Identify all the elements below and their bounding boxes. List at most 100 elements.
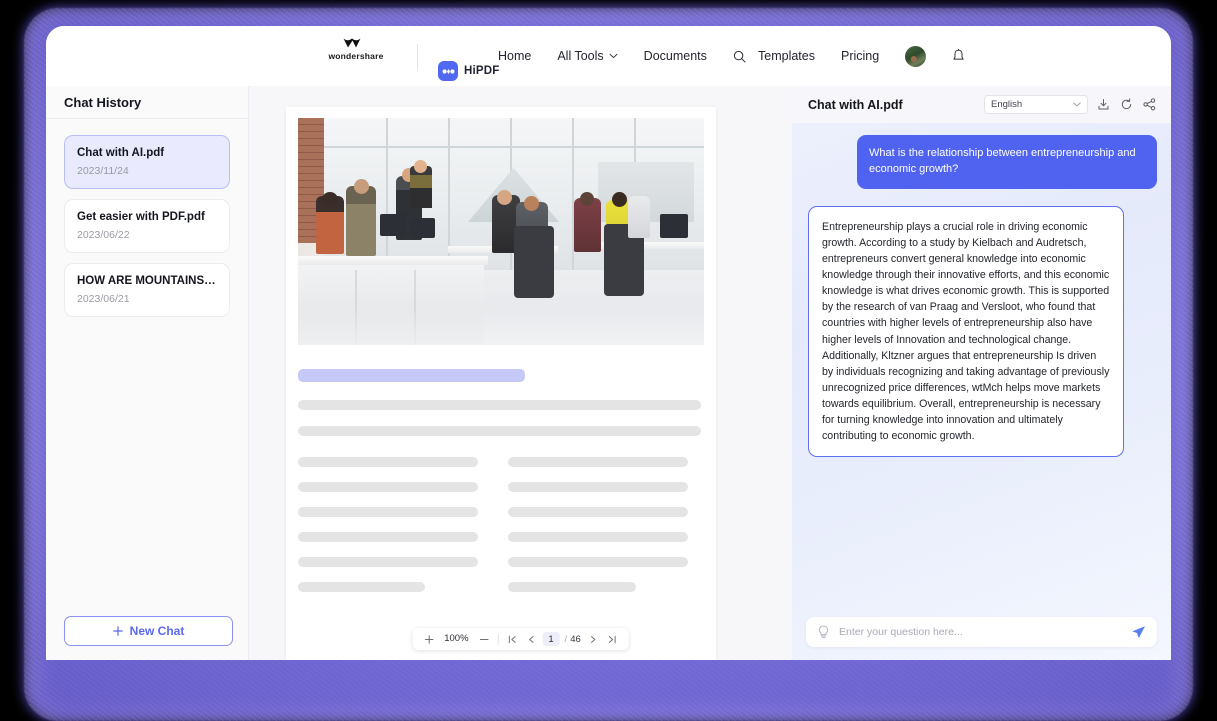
pdf-viewer[interactable]: 100% 1 / 46 bbox=[249, 86, 792, 660]
chevron-down-icon bbox=[1073, 102, 1081, 107]
page-separator: / bbox=[564, 633, 568, 645]
total-pages-label: 46 bbox=[570, 633, 581, 645]
first-page-icon bbox=[508, 635, 516, 643]
prev-page-button[interactable] bbox=[522, 635, 541, 644]
doc-skeleton-line bbox=[508, 582, 636, 592]
nav-link-home-label: Home bbox=[498, 49, 532, 63]
nav-link-pricing-label: Pricing bbox=[840, 49, 880, 63]
zoom-out-button[interactable] bbox=[475, 635, 494, 644]
chat-input[interactable] bbox=[839, 626, 1122, 638]
pdf-toolbar: 100% 1 / 46 bbox=[412, 628, 629, 650]
next-page-icon bbox=[591, 635, 596, 643]
zoom-level-label: 100% bbox=[444, 633, 469, 645]
lightbulb-icon[interactable] bbox=[817, 625, 830, 639]
first-page-button[interactable] bbox=[503, 635, 522, 644]
wondershare-mark bbox=[343, 38, 361, 48]
chat-header: Chat with AI.pdf English bbox=[792, 86, 1171, 123]
toolbar-divider bbox=[497, 633, 499, 645]
doc-skeleton-line bbox=[298, 426, 701, 436]
nav-link-all-tools[interactable]: All Tools bbox=[557, 49, 618, 63]
chat-history-list: Chat with AI.pdf 2023/11/24 Get easier w… bbox=[46, 119, 248, 317]
doc-skeleton-line bbox=[298, 507, 478, 517]
search-button[interactable] bbox=[733, 50, 746, 63]
doc-skeleton-line bbox=[298, 557, 478, 567]
doc-skeleton-line bbox=[298, 400, 701, 410]
pdf-page bbox=[286, 107, 716, 660]
doc-skeleton-line bbox=[508, 482, 688, 492]
chat-composer bbox=[806, 617, 1157, 647]
chevron-down-icon bbox=[609, 53, 618, 59]
refresh-icon bbox=[1121, 98, 1132, 110]
message-assistant: Entrepreneurship plays a crucial role in… bbox=[808, 205, 1124, 458]
chat-history-item-2[interactable]: HOW ARE MOUNTAINS FORME... 2023/06/21 bbox=[64, 263, 230, 317]
nav-link-documents-label: Documents bbox=[643, 49, 707, 63]
doc-skeleton-line bbox=[298, 532, 478, 542]
document-photo bbox=[298, 118, 704, 345]
language-select[interactable]: English bbox=[984, 95, 1088, 114]
doc-skeleton-line bbox=[298, 482, 478, 492]
nav-link-home[interactable]: Home bbox=[498, 49, 531, 63]
nav-link-templates[interactable]: Templates bbox=[758, 49, 815, 63]
chat-history-item-date: 2023/06/21 bbox=[77, 293, 130, 305]
chat-history-item-name: HOW ARE MOUNTAINS FORME... bbox=[77, 275, 217, 287]
doc-skeleton-line bbox=[508, 457, 688, 467]
chat-history-item-date: 2023/11/24 bbox=[77, 165, 129, 177]
chat-history-item-date: 2023/06/22 bbox=[77, 229, 130, 241]
send-icon[interactable] bbox=[1131, 625, 1146, 640]
plus-icon bbox=[112, 626, 123, 636]
next-page-button[interactable] bbox=[584, 635, 603, 644]
new-chat-button[interactable]: New Chat bbox=[64, 616, 233, 646]
doc-skeleton-line bbox=[508, 557, 688, 567]
sidebar-header: Chat History bbox=[46, 86, 248, 119]
nav-divider bbox=[417, 44, 418, 70]
chat-panel: Chat with AI.pdf English What is the rel… bbox=[792, 86, 1171, 660]
bell-icon bbox=[953, 49, 964, 60]
minus-icon bbox=[479, 638, 489, 640]
chat-history-item-1[interactable]: Get easier with PDF.pdf 2023/06/22 bbox=[64, 199, 230, 253]
last-page-button[interactable] bbox=[603, 635, 622, 644]
hipdf-badge-icon bbox=[438, 61, 458, 81]
nav-link-all-tools-label: All Tools bbox=[557, 49, 604, 63]
doc-skeleton-line bbox=[508, 532, 688, 542]
nav-link-pricing[interactable]: Pricing bbox=[841, 49, 879, 63]
prev-page-icon bbox=[528, 635, 534, 643]
sidebar: Chat History Chat with AI.pdf 2023/11/24… bbox=[46, 86, 249, 660]
hipdf-glyph-icon bbox=[442, 68, 454, 74]
message-user: What is the relationship between entrepr… bbox=[857, 135, 1157, 189]
wondershare-wordmark: wondershare bbox=[328, 51, 384, 61]
sidebar-title: Chat History bbox=[64, 94, 142, 110]
chat-history-item-0[interactable]: Chat with AI.pdf 2023/11/24 bbox=[64, 135, 230, 189]
app-window: wondershare HiPDF Home All Tools Documen… bbox=[46, 26, 1171, 660]
notifications-button[interactable] bbox=[952, 49, 965, 63]
plus-icon bbox=[424, 634, 434, 644]
language-select-value: English bbox=[991, 99, 1023, 110]
new-chat-label: New Chat bbox=[129, 624, 185, 638]
chat-title: Chat with AI.pdf bbox=[808, 97, 903, 112]
app-body: Chat History Chat with AI.pdf 2023/11/24… bbox=[46, 86, 1171, 660]
doc-skeleton-line bbox=[298, 457, 478, 467]
nav-right-group: Templates Pricing bbox=[758, 26, 965, 86]
doc-skeleton-line bbox=[298, 582, 425, 592]
chat-history-item-name: Get easier with PDF.pdf bbox=[77, 211, 205, 223]
zoom-in-button[interactable] bbox=[419, 634, 438, 644]
refresh-button[interactable] bbox=[1119, 97, 1134, 112]
share-button[interactable] bbox=[1142, 97, 1157, 112]
chat-history-item-name: Chat with AI.pdf bbox=[77, 147, 165, 159]
last-page-icon bbox=[608, 635, 616, 643]
download-icon bbox=[1098, 99, 1109, 110]
top-navbar: wondershare HiPDF Home All Tools Documen… bbox=[46, 26, 1171, 86]
avatar[interactable] bbox=[905, 45, 927, 67]
nav-links: Home All Tools Documents bbox=[498, 26, 746, 86]
screenshot-stage: wondershare HiPDF Home All Tools Documen… bbox=[0, 0, 1217, 721]
download-button[interactable] bbox=[1096, 97, 1111, 112]
search-icon bbox=[733, 50, 746, 62]
hipdf-wordmark: HiPDF bbox=[464, 65, 500, 77]
wondershare-logo[interactable]: wondershare bbox=[323, 38, 389, 61]
current-page-input[interactable]: 1 bbox=[542, 632, 560, 646]
hipdf-logo[interactable]: HiPDF bbox=[438, 61, 500, 81]
nav-link-documents[interactable]: Documents bbox=[644, 49, 707, 63]
share-icon bbox=[1143, 98, 1156, 111]
nav-link-templates-label: Templates bbox=[758, 49, 815, 63]
doc-skeleton-line bbox=[508, 507, 688, 517]
doc-skeleton-title bbox=[298, 369, 525, 382]
